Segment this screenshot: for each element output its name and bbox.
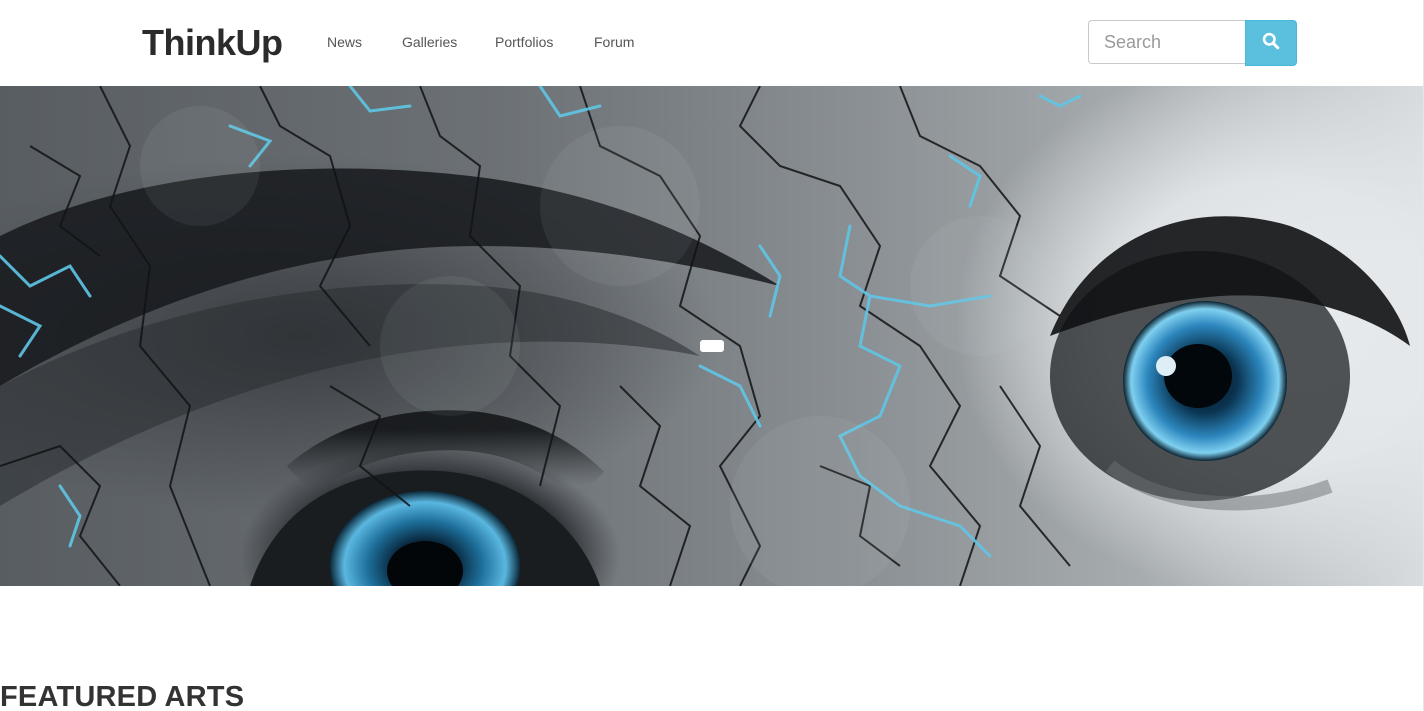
search-button[interactable] (1245, 20, 1297, 66)
section-title-featured: FEATURED ARTS (0, 681, 245, 711)
search-icon (1262, 32, 1280, 55)
search-box (1088, 20, 1246, 64)
nav-item-portfolios[interactable]: Portfolios (495, 33, 553, 51)
hero-slider[interactable] (0, 86, 1424, 586)
slider-indicator[interactable] (700, 340, 724, 352)
page: ThinkUp News Galleries Portfolios Forum (0, 0, 1424, 711)
hero-image (0, 86, 1410, 586)
nav-item-galleries[interactable]: Galleries (402, 33, 457, 51)
site-logo[interactable]: ThinkUp (142, 20, 283, 66)
nav-item-forum[interactable]: Forum (594, 33, 634, 51)
nav-item-news[interactable]: News (327, 33, 362, 51)
search-input[interactable] (1089, 21, 1246, 63)
site-header: ThinkUp News Galleries Portfolios Forum (0, 0, 1424, 86)
